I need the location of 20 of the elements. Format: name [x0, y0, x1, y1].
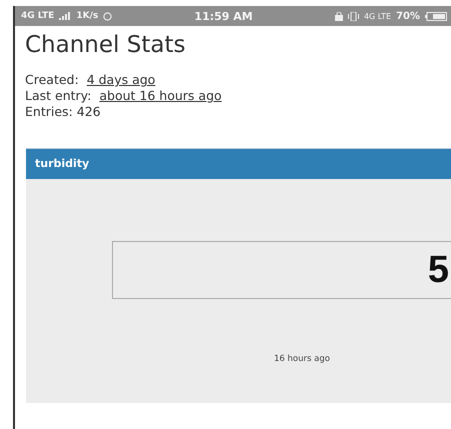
- clock-time: 11:59 AM: [194, 10, 253, 22]
- signal-icon: [59, 12, 72, 20]
- page-title: Channel Stats: [25, 32, 186, 58]
- speed-label: 1K/s: [76, 11, 98, 21]
- stat-label: Last entry:: [25, 88, 92, 104]
- network-label: 4G LTE: [364, 12, 392, 20]
- chat-icon: [103, 12, 112, 20]
- stat-link[interactable]: about 16 hours ago: [99, 88, 222, 104]
- widget-header: turbidity: [26, 148, 451, 179]
- lock-icon: [334, 12, 343, 20]
- network-label: 4G LTE: [21, 11, 54, 21]
- battery-level: 70%: [396, 10, 420, 22]
- stat-label: Created:: [25, 72, 79, 88]
- stat-link[interactable]: 4 days ago: [86, 72, 156, 88]
- value-display: 5: [112, 241, 451, 299]
- battery-icon: [425, 12, 448, 20]
- updated-time: 16 hours ago: [274, 354, 331, 364]
- stat-label: Entries:: [25, 104, 73, 120]
- vibrate-icon: [348, 12, 359, 20]
- stat-value: 426: [76, 104, 101, 120]
